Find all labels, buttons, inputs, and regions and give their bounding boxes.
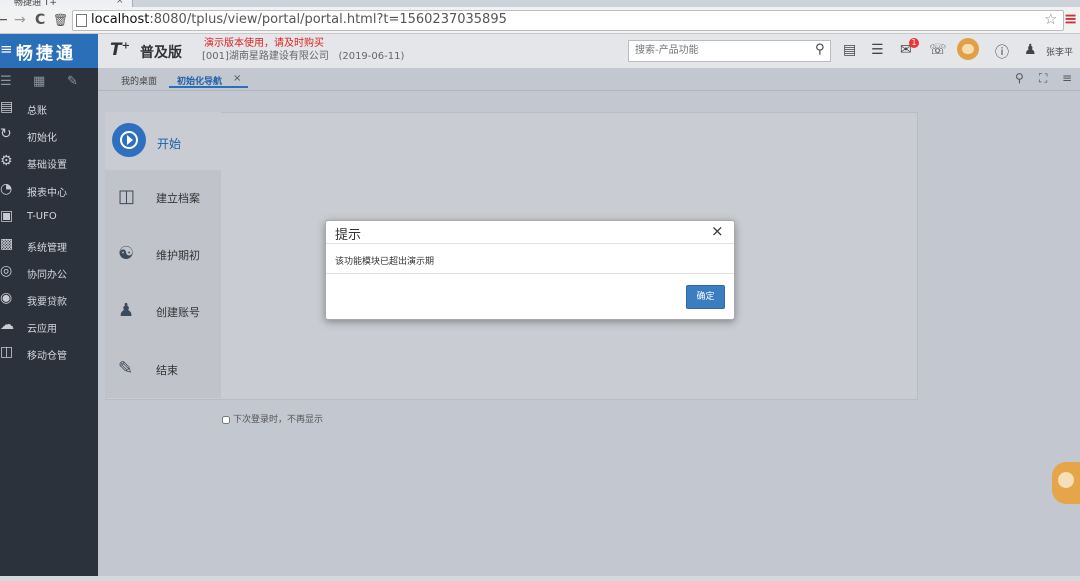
browser-tab-close-icon[interactable]: × xyxy=(116,0,124,6)
ledger-icon: ▤ xyxy=(0,99,14,115)
username[interactable]: 张李平 xyxy=(1046,45,1073,58)
tab-my-desktop[interactable]: 我的桌面 xyxy=(121,74,157,87)
brand-bar: ≡ 畅捷通 xyxy=(0,34,98,68)
url-text: localhost:8080/tplus/view/portal/portal.… xyxy=(91,12,507,27)
search-icon[interactable]: ⚲ xyxy=(815,42,825,57)
wizard-start-label[interactable]: 开始 xyxy=(157,135,181,152)
dialog-message: 该功能模块已超出演示期 xyxy=(335,257,435,267)
sidebar-item-label: 系统管理 xyxy=(27,243,67,254)
product-edition: 普及版 xyxy=(140,45,182,61)
grid-view-icon[interactable]: ▦ xyxy=(33,74,45,89)
address-bar[interactable]: localhost:8080/tplus/view/portal/portal.… xyxy=(72,10,1064,31)
more-icon[interactable]: ≡ xyxy=(1062,71,1072,85)
init-icon: ↻ xyxy=(0,126,12,142)
brand-name: 畅捷通 xyxy=(16,44,76,64)
bookmark-star-icon[interactable]: ☆ xyxy=(1044,10,1057,28)
ok-button[interactable]: 确定 xyxy=(686,285,725,309)
active-tab-indicator xyxy=(169,86,248,88)
database-icon: ☯ xyxy=(118,243,135,264)
sidebar-tools: ☰ ▦ ✎ xyxy=(0,70,98,92)
mobile-icon: ◫ xyxy=(0,344,14,360)
mascot-assistant-icon[interactable] xyxy=(1052,462,1080,504)
ufo-icon: ▣ xyxy=(0,208,14,224)
search-input[interactable] xyxy=(629,41,811,59)
sidebar-item-label: 云应用 xyxy=(27,324,57,335)
edit-icon[interactable]: ✎ xyxy=(67,74,78,89)
sidebar-item-t-ufo[interactable]: ▣ T-UFO xyxy=(0,206,98,232)
sidebar-item-label: T-UFO xyxy=(27,211,57,222)
sidebar-item-report[interactable]: ◔ 报表中心 xyxy=(0,179,98,205)
wizard-step-end[interactable]: 结束 xyxy=(156,362,178,378)
alert-dialog: 提示 × 该功能模块已超出演示期 确定 xyxy=(325,220,735,320)
sidebar-item-init[interactable]: ↻ 初始化 xyxy=(0,124,98,150)
dialog-divider xyxy=(326,273,734,274)
help-icon[interactable]: ⓘ xyxy=(995,42,1009,62)
sidebar-item-system[interactable]: ▩ 系统管理 xyxy=(0,234,98,260)
reload-icon[interactable]: C xyxy=(35,11,45,29)
finish-icon: ✎ xyxy=(118,358,134,379)
sidebar-item-label: 报表中心 xyxy=(27,188,67,199)
phone-icon[interactable]: ☏ xyxy=(929,42,947,58)
cloud-icon: ☁ xyxy=(0,317,14,333)
search-box[interactable]: ⚲ xyxy=(628,40,831,62)
back-icon[interactable]: ← xyxy=(0,11,8,29)
archive-icon: ◫ xyxy=(118,186,136,207)
tab-close-icon[interactable]: × xyxy=(233,73,241,84)
browser-menu-icon[interactable]: ≡ xyxy=(1064,9,1077,28)
collab-icon: ◎ xyxy=(0,263,13,279)
company-info: [001]湖南星路建设有限公司 (2019-06-11) xyxy=(202,51,405,62)
product-logo: T+ xyxy=(110,40,130,60)
page-icon xyxy=(76,14,87,27)
taskbar xyxy=(0,576,1080,581)
dont-show-again[interactable]: 下次登录时，不再显示 xyxy=(222,412,323,425)
zoom-icon[interactable]: ⚲ xyxy=(1015,71,1024,85)
fullscreen-icon[interactable]: ⛶ xyxy=(1039,71,1047,86)
sidebar-item-label: 初始化 xyxy=(27,133,57,144)
sidebar-item-ledger[interactable]: ▤ 总账 xyxy=(0,97,98,123)
report-icon: ◔ xyxy=(0,181,13,197)
task-list-icon[interactable]: ☰ xyxy=(871,42,884,58)
wizard-step-archive[interactable]: 建立档案 xyxy=(156,190,200,206)
sidebar-item-loan[interactable]: ◉ 我要贷款 xyxy=(0,288,98,314)
system-icon: ▩ xyxy=(0,236,14,252)
mascot-icon[interactable] xyxy=(957,38,979,60)
sidebar-item-label: 总账 xyxy=(27,106,47,117)
sidebar-item-cloud[interactable]: ☁ 云应用 xyxy=(0,315,98,341)
add-user-icon: ♟ xyxy=(118,300,135,321)
forward-icon[interactable]: → xyxy=(14,11,26,29)
sidebar-item-collab[interactable]: ◎ 协同办公 xyxy=(0,261,98,287)
list-view-icon[interactable]: ☰ xyxy=(0,74,12,89)
user-icon[interactable]: ♟ xyxy=(1024,42,1037,58)
notification-badge: 1 xyxy=(909,38,919,48)
save-icon[interactable]: ▤ xyxy=(843,42,856,58)
wizard-step-opening[interactable]: 维护期初 xyxy=(156,247,200,263)
dialog-divider xyxy=(326,243,734,244)
login-date: (2019-06-11) xyxy=(338,51,405,62)
dialog-close-icon[interactable]: × xyxy=(711,222,724,240)
sidebar-item-label: 基础设置 xyxy=(27,160,67,171)
dialog-title: 提示 xyxy=(335,228,362,243)
dont-show-again-checkbox[interactable] xyxy=(222,415,230,424)
trash-icon[interactable]: 🗑 xyxy=(53,11,68,29)
settings-icon: ⚙ xyxy=(0,153,13,169)
sidebar-item-settings[interactable]: ⚙ 基础设置 xyxy=(0,151,98,177)
browser-tab[interactable]: 畅捷通 T+ × xyxy=(0,0,133,8)
sidebar-item-label: 协同办公 xyxy=(27,270,67,281)
wizard-step-account[interactable]: 创建账号 xyxy=(156,304,200,320)
loan-icon: ◉ xyxy=(0,290,13,306)
play-icon[interactable] xyxy=(112,123,146,157)
browser-tabstrip xyxy=(0,0,1080,7)
sidebar-item-label: 我要贷款 xyxy=(27,297,67,308)
hamburger-icon[interactable]: ≡ xyxy=(0,40,13,58)
sidebar-item-label: 移动仓管 xyxy=(27,351,67,362)
sidebar-item-mobile[interactable]: ◫ 移动仓管 xyxy=(0,342,98,368)
